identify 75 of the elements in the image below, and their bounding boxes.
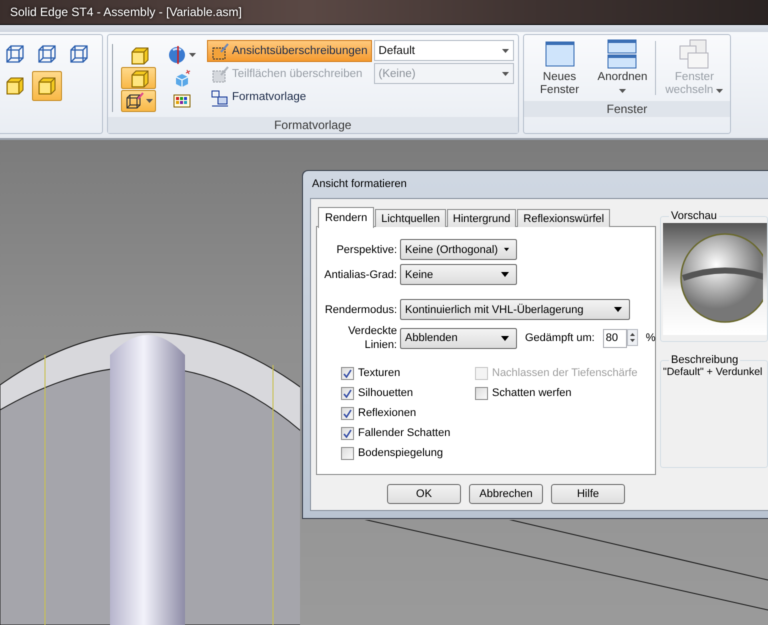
window-title: Solid Edge ST4 - Assembly - [Variable.asm] [10,5,242,19]
style-dropdown[interactable]: Default [374,40,514,61]
shaded-cube-icon [128,68,148,88]
check-icon [343,408,352,418]
caret-icon [502,48,509,52]
unit-label: % [646,332,656,344]
shaded-cube-icon [36,75,58,97]
number-field[interactable]: 80 [602,328,627,348]
caret-icon [189,53,196,57]
caret-icon [501,272,509,277]
group-label: Fenster [524,101,730,117]
group-label: Beschreibung [670,354,740,366]
field-label: Verdeckte Linien: [347,324,397,352]
checkbox-box[interactable] [341,426,354,440]
dropdown-field[interactable]: Abblenden [400,328,517,348]
description-text: "Default" + Verdunkel [663,366,764,378]
checkbox-box[interactable] [475,386,488,400]
field-label: Gedämpft um: [525,332,595,344]
field-label: Perspektive: [335,242,397,256]
dialog-button[interactable]: OK [387,484,461,504]
brush-box-icon [211,64,229,84]
group-label: Formatvorlage [108,117,518,133]
tab[interactable]: Reflexionswürfel [517,209,610,227]
check-icon [343,388,352,398]
dropdown-field[interactable]: Keine (Orthogonal) [400,239,517,260]
command-button[interactable]: Formatvorlage [207,86,372,108]
check-icon [343,368,352,378]
caret-icon [501,336,509,340]
command-button[interactable]: Ansichtsüberschreibungen [207,40,372,62]
window-command-button[interactable]: Anordnen [596,37,650,99]
cascade-windows-icon [678,39,710,69]
checkbox[interactable]: Silhouetten [341,386,475,400]
caret-icon [614,307,622,312]
view-style-button[interactable] [32,71,62,101]
text-style-icon [211,88,229,106]
checkbox[interactable]: Fallender Schatten [341,426,475,440]
caret-icon [504,247,509,252]
spin-arrows-icon [626,328,638,348]
check-icon [343,428,352,438]
dialog-title: Ansicht formatieren [311,177,408,192]
render-tool-button[interactable] [121,67,156,89]
dialog-button[interactable]: Hilfe [551,484,625,504]
checkbox-box[interactable] [341,386,354,400]
checkbox-box[interactable] [341,366,354,380]
window-command-button[interactable]: Neues Fenster [528,37,592,99]
window-icon [544,39,576,69]
caret-icon [502,72,509,76]
brush-box-icon [211,42,229,60]
checkbox[interactable]: Bodenspiegelung [341,446,475,460]
checkbox[interactable]: Schatten werfen [475,386,655,400]
tab[interactable]: Hintergrund [446,209,516,227]
field-label: Antialias-Grad: [323,268,397,282]
wireframe-cube-icon [68,43,90,65]
checkbox-box[interactable] [341,446,354,460]
group-label: Vorschau [670,210,718,222]
caret-icon [716,89,724,93]
field-label: Rendermodus: [324,302,397,316]
wireframe-cube-icon [36,43,58,65]
checkbox-box[interactable] [341,406,354,420]
shaded-cube-icon [4,75,26,97]
checkbox[interactable]: Reflexionen [341,406,475,420]
caret-icon [146,99,153,103]
dropdown-field[interactable]: Kontinuierlich mit VHL-Überlagerung [400,299,630,320]
wireframe-cube-icon [4,43,26,65]
stacked-windows-icon [606,39,638,69]
tab[interactable]: Lichtquellen [375,209,446,227]
tab[interactable]: Rendern [318,207,374,228]
render-tool-button[interactable] [121,90,156,112]
caret-icon [618,89,626,93]
shaded-cube-icon [128,45,148,65]
cube-pencil-icon [124,91,144,111]
dialog-button[interactable]: Abbrechen [469,484,543,504]
sphere-icon [167,45,187,65]
checkbox[interactable]: Texturen [341,366,475,380]
dropdown-field[interactable]: Keine [400,264,517,285]
